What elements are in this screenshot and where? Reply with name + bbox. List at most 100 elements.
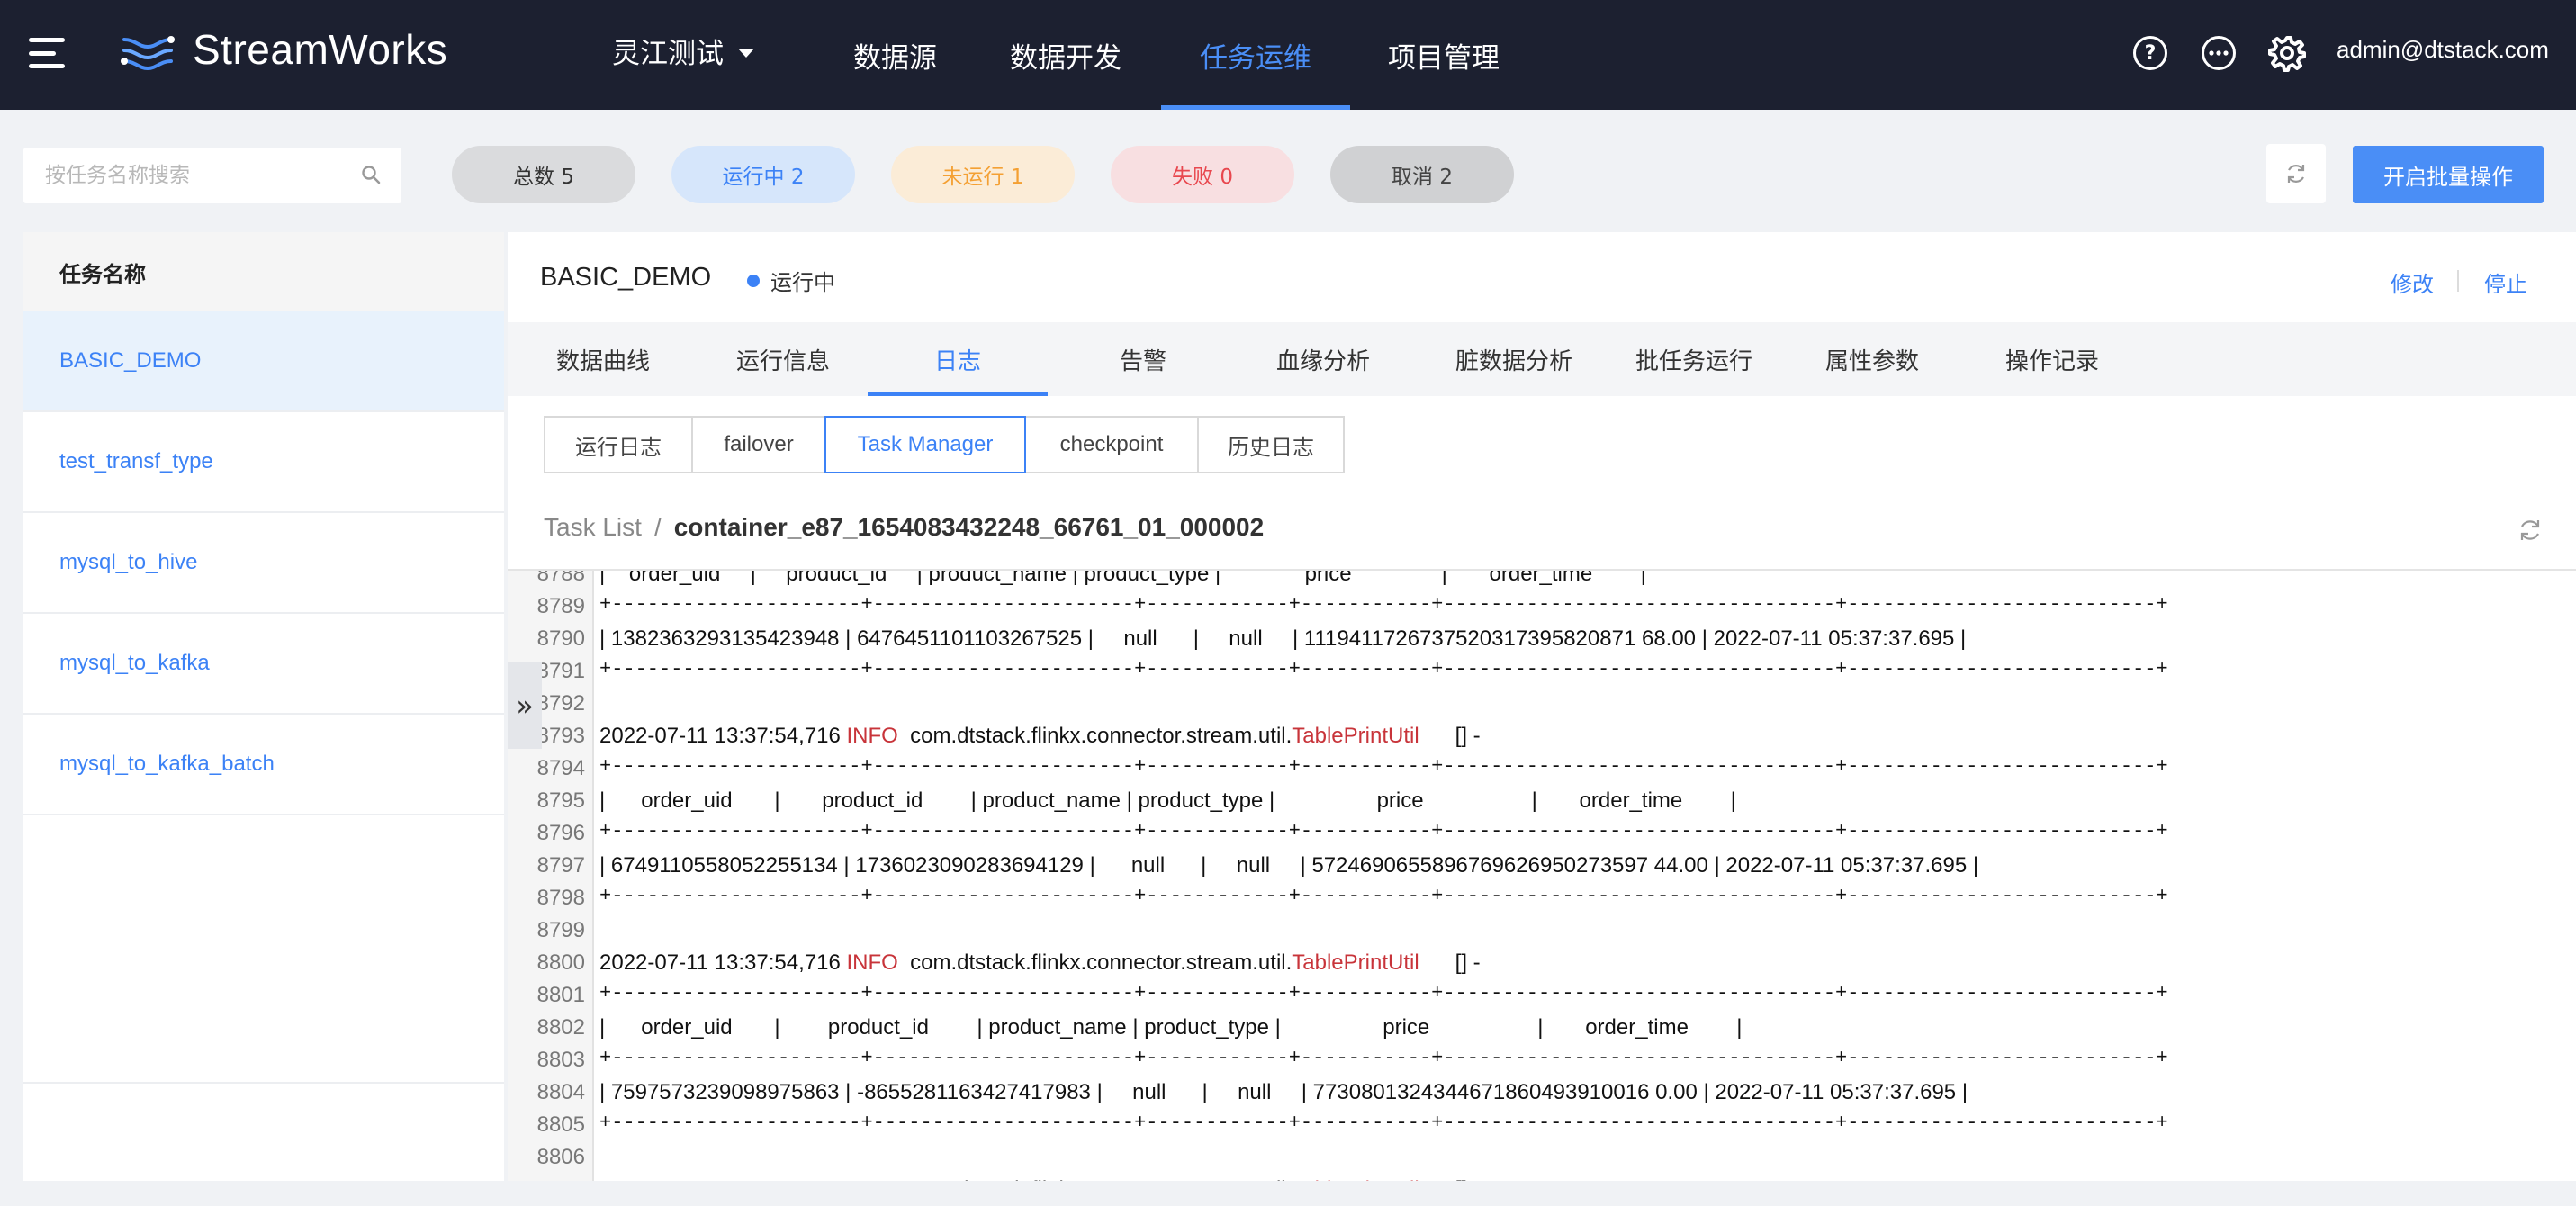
tab-alerts[interactable]: 告警 bbox=[1080, 322, 1206, 396]
nav-item-operations[interactable]: 任务运维 bbox=[1161, 0, 1350, 110]
line-number: 8807 bbox=[508, 1177, 585, 1181]
tab-lineage[interactable]: 血缘分析 bbox=[1260, 322, 1386, 396]
log-text: +---------------------+-----------------… bbox=[599, 755, 2168, 778]
log-text: | 6749110558052255134 | 1736023090283694… bbox=[599, 853, 1978, 878]
tab-dirty-data[interactable]: 脏数据分析 bbox=[1433, 322, 1595, 396]
log-line: 8807 2022-07-11 13:37:54,716 INFO com.dts… bbox=[508, 1174, 2576, 1181]
log-segment: +---------------------+-----------------… bbox=[599, 820, 2168, 842]
gear-icon[interactable] bbox=[2268, 34, 2306, 72]
log-segment: | order_uid | product_id | product_name … bbox=[599, 788, 1736, 813]
refresh-icon bbox=[2287, 165, 2305, 183]
subtab-run-log[interactable]: 运行日志 bbox=[544, 416, 693, 473]
line-number: 8803 bbox=[536, 1048, 585, 1072]
tab-properties[interactable]: 属性参数 bbox=[1800, 322, 1944, 396]
log-segment: 2022-07-11 13:37:54,716 bbox=[599, 724, 847, 748]
filter-pill-running[interactable]: 运行中 2 bbox=[671, 146, 855, 203]
search-icon[interactable] bbox=[360, 164, 382, 185]
tab-data-curve[interactable]: 数据曲线 bbox=[540, 322, 666, 396]
breadcrumb: Task List / container_e87_1654083432248_… bbox=[544, 513, 1264, 542]
line-number: 8796 bbox=[536, 821, 585, 845]
breadcrumb-separator: / bbox=[653, 513, 662, 541]
log-text: | order_uid | product_id | product_name … bbox=[599, 788, 1736, 814]
nav-label: 数据源 bbox=[853, 41, 937, 75]
user-account[interactable]: admin@dtstack.com bbox=[2337, 36, 2549, 64]
subtab-checkpoint[interactable]: checkpoint bbox=[1024, 416, 1199, 473]
log-segment: [] - bbox=[1419, 1177, 1481, 1181]
nav-item-datasource[interactable]: 数据源 bbox=[851, 0, 939, 110]
log-line: 8802 | order_uid | product_id | product_n… bbox=[508, 1012, 2576, 1044]
search-input[interactable] bbox=[45, 164, 351, 187]
task-item-test-transf-type[interactable]: test_transf_type bbox=[23, 412, 504, 513]
log-level: INFO bbox=[846, 1177, 897, 1181]
nav-label: 任务运维 bbox=[1200, 41, 1311, 75]
task-item-mysql-to-kafka[interactable]: mysql_to_kafka bbox=[23, 614, 504, 715]
task-list-panel: 任务名称 BASIC_DEMO test_transf_type mysql_t… bbox=[23, 232, 504, 1181]
log-line: 8788 | order_uid | product_id | product_n… bbox=[508, 571, 2576, 590]
stop-link[interactable]: 停止 bbox=[2484, 266, 2527, 298]
log-text: 2022-07-11 13:37:54,716 INFO com.dtstack… bbox=[599, 1177, 1481, 1181]
log-line: 8799 bbox=[508, 914, 2576, 947]
task-item-mysql-to-kafka-batch[interactable]: mysql_to_kafka_batch bbox=[23, 715, 504, 815]
log-subtabs: 运行日志 failover Task Manager checkpoint 历史… bbox=[544, 416, 1345, 473]
log-segment: 2022-07-11 13:37:54,716 bbox=[599, 950, 847, 975]
log-segment: com.dtstack.flinkx.connector.stream.util… bbox=[897, 950, 1293, 975]
project-selector[interactable]: 灵江测试 bbox=[612, 31, 754, 71]
tab-operation-log[interactable]: 操作记录 bbox=[1980, 322, 2124, 396]
filter-pill-total[interactable]: 总数 5 bbox=[452, 146, 635, 203]
nav-item-development[interactable]: 数据开发 bbox=[1008, 0, 1123, 110]
task-item-mysql-to-hive[interactable]: mysql_to_hive bbox=[23, 513, 504, 614]
menu-icon[interactable] bbox=[29, 38, 65, 68]
nav-item-project[interactable]: 项目管理 bbox=[1386, 0, 1501, 110]
batch-operation-button[interactable]: 开启批量操作 bbox=[2353, 146, 2544, 203]
log-line: 8804 | 7597573239098975863 | -86552811634… bbox=[508, 1076, 2576, 1109]
divider bbox=[2457, 270, 2459, 292]
log-segment: com.dtstack.flinkx.connector.stream.util… bbox=[898, 1177, 1292, 1181]
tab-batch-run[interactable]: 批任务运行 bbox=[1613, 322, 1775, 396]
log-viewer[interactable]: 8788 | order_uid | product_id | product_n… bbox=[508, 569, 2576, 1181]
filter-pill-failed[interactable]: 失败 0 bbox=[1111, 146, 1294, 203]
line-number: 8800 bbox=[536, 950, 585, 975]
log-lines: 8788 | order_uid | product_id | product_n… bbox=[508, 571, 2576, 1181]
refresh-button[interactable] bbox=[2266, 144, 2326, 203]
subtab-history-log[interactable]: 历史日志 bbox=[1197, 416, 1345, 473]
detail-tabs: 数据曲线 运行信息 日志 告警 血缘分析 脏数据分析 批任务运行 属性参数 操作… bbox=[508, 322, 2576, 396]
log-segment: | 7597573239098975863 | -865528116342741… bbox=[599, 1080, 1968, 1104]
task-item-basic-demo[interactable]: BASIC_DEMO bbox=[23, 311, 504, 412]
line-number: 8805 bbox=[536, 1112, 585, 1137]
log-text: +---------------------+-----------------… bbox=[599, 982, 2168, 1004]
log-line: 8800 2022-07-11 13:37:54,716 INFO com.dts… bbox=[508, 947, 2576, 979]
subtab-failover[interactable]: failover bbox=[691, 416, 826, 473]
log-segment: | order_uid | product_id | product_name … bbox=[599, 1015, 1743, 1040]
message-icon[interactable] bbox=[2202, 36, 2236, 70]
log-text: +---------------------+-----------------… bbox=[599, 885, 2168, 907]
status-dot-icon bbox=[747, 274, 760, 287]
log-line: 8803 +---------------------+-------------… bbox=[508, 1044, 2576, 1076]
nav-label: 数据开发 bbox=[1010, 41, 1121, 75]
filter-pill-not-run[interactable]: 未运行 1 bbox=[891, 146, 1075, 203]
tab-run-info[interactable]: 运行信息 bbox=[720, 322, 846, 396]
edit-link[interactable]: 修改 bbox=[2391, 266, 2434, 298]
collapse-sidebar-button[interactable]: » bbox=[508, 662, 542, 749]
log-text: | 1382363293135423948 | 6476451101103267… bbox=[599, 626, 1966, 652]
log-segment: [] - bbox=[1419, 724, 1481, 748]
log-line: 8792 bbox=[508, 688, 2576, 720]
top-navigation-bar: StreamWorks 灵江测试 数据源 数据开发 任务运维 项目管理 ? ad… bbox=[0, 0, 2576, 110]
log-line: 8801 +---------------------+-------------… bbox=[508, 979, 2576, 1012]
tab-logs[interactable]: 日志 bbox=[868, 322, 1048, 396]
line-number: 8790 bbox=[536, 626, 585, 651]
filter-pill-cancelled[interactable]: 取消 2 bbox=[1330, 146, 1514, 203]
subtab-task-manager[interactable]: Task Manager bbox=[824, 416, 1026, 473]
log-segment: | 1382363293135423948 | 6476451101103267… bbox=[599, 626, 1967, 651]
log-class: TablePrintUtil bbox=[1292, 724, 1419, 748]
log-segment: +---------------------+-----------------… bbox=[599, 1112, 2168, 1134]
task-detail-panel: BASIC_DEMO 运行中 修改 停止 数据曲线 运行信息 日志 告警 血缘分… bbox=[508, 232, 2576, 1181]
line-number: 8798 bbox=[536, 886, 585, 910]
log-refresh-icon[interactable] bbox=[2517, 517, 2544, 544]
log-text: +---------------------+-----------------… bbox=[599, 1047, 2168, 1069]
line-number: 8806 bbox=[536, 1145, 585, 1169]
project-name: 灵江测试 bbox=[612, 38, 724, 70]
log-segment: +---------------------+-----------------… bbox=[599, 885, 2168, 907]
breadcrumb-task-list[interactable]: Task List bbox=[544, 513, 642, 542]
help-icon[interactable]: ? bbox=[2133, 36, 2167, 70]
streamworks-logo-icon bbox=[121, 36, 175, 71]
